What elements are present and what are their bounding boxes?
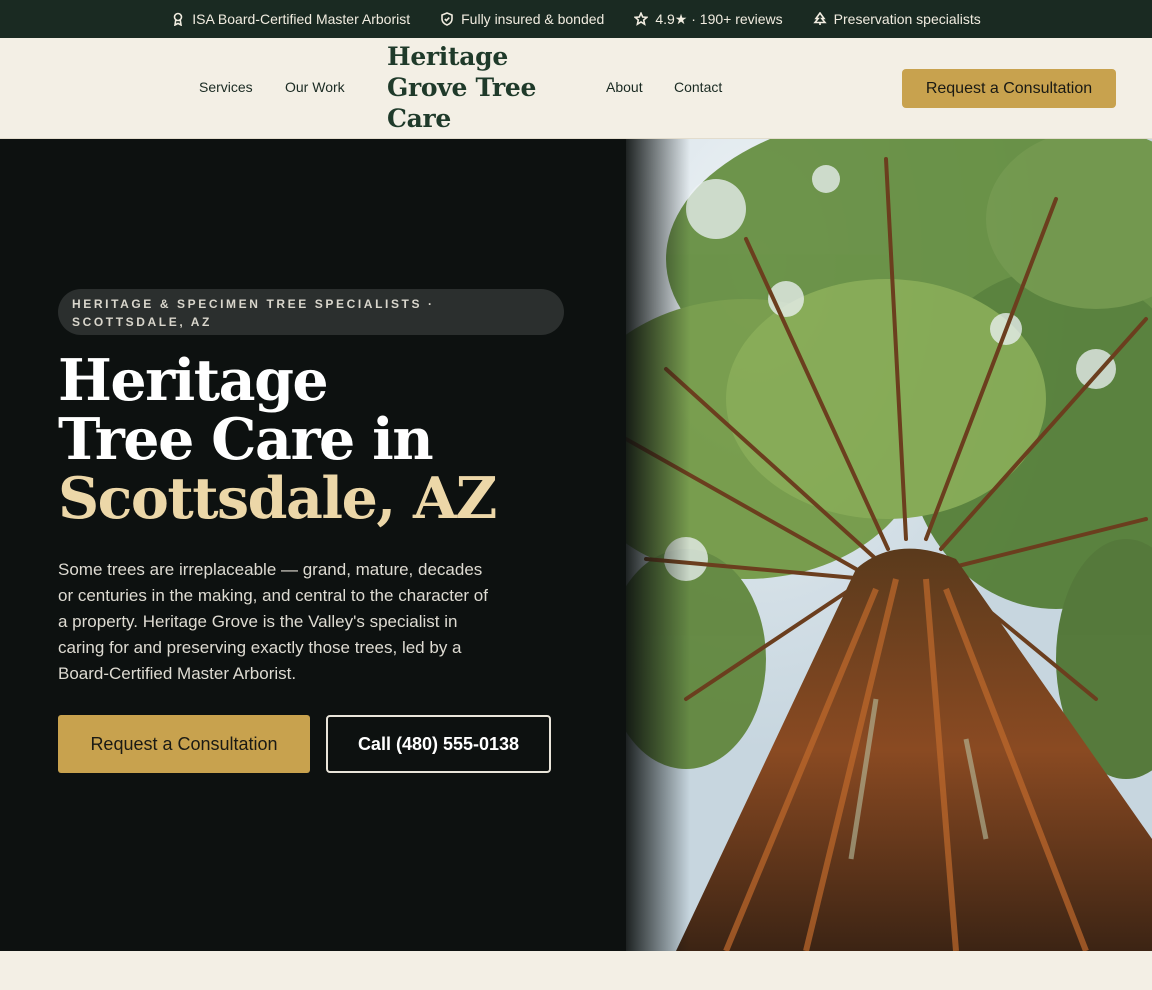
shield-icon [441,12,453,26]
headline-line-2: Tree Care in [58,406,434,473]
tree-icon [813,12,827,25]
trust-bar: ISA Board-Certified Master Arborist Full… [0,0,1152,38]
trust-item-certified: ISA Board-Certified Master Arborist [171,11,410,27]
trust-item-insured: Fully insured & bonded [440,11,604,27]
trust-item-label: ISA Board-Certified Master Arborist [192,11,411,27]
nav-link-contact[interactable]: Contact [674,79,722,95]
main-nav: Services Our Work Heritage Grove Tree Ca… [0,38,1152,139]
star-icon [634,12,649,26]
trust-item-label: 4.9★ · 190+ reviews [655,10,783,27]
hero-section: HERITAGE & SPECIMEN TREE SPECIALISTS · S… [0,139,1152,951]
hero-eyebrow-badge: HERITAGE & SPECIMEN TREE SPECIALISTS · S… [58,289,564,335]
nav-link-about[interactable]: About [606,79,643,95]
tree-canopy-photo [626,139,1152,951]
trust-item-label: Fully insured & bonded [461,11,605,27]
nav-link-our-work[interactable]: Our Work [285,79,345,95]
hero-call-button[interactable]: Call (480) 555-0138 [326,715,551,773]
site-logo[interactable]: Heritage Grove Tree Care [387,41,557,134]
nav-link-services[interactable]: Services [199,79,253,95]
headline-accent: Scottsdale, AZ [58,465,497,532]
trust-item-label: Preservation specialists [833,11,981,27]
next-section [0,951,1152,990]
nav-consultation-button[interactable]: Request a Consultation [902,69,1116,108]
headline-line-1: Heritage [58,347,329,414]
hero-headline: Heritage Tree Care in Scottsdale, AZ [58,351,578,528]
hero-consultation-button[interactable]: Request a Consultation [58,715,310,773]
trust-item-preservation: Preservation specialists [813,11,981,27]
hero-lead-text: Some trees are irreplaceable — grand, ma… [58,560,488,683]
trust-item-reviews: 4.9★ · 190+ reviews [634,10,783,28]
image-fade [620,139,690,951]
award-icon [173,12,183,26]
